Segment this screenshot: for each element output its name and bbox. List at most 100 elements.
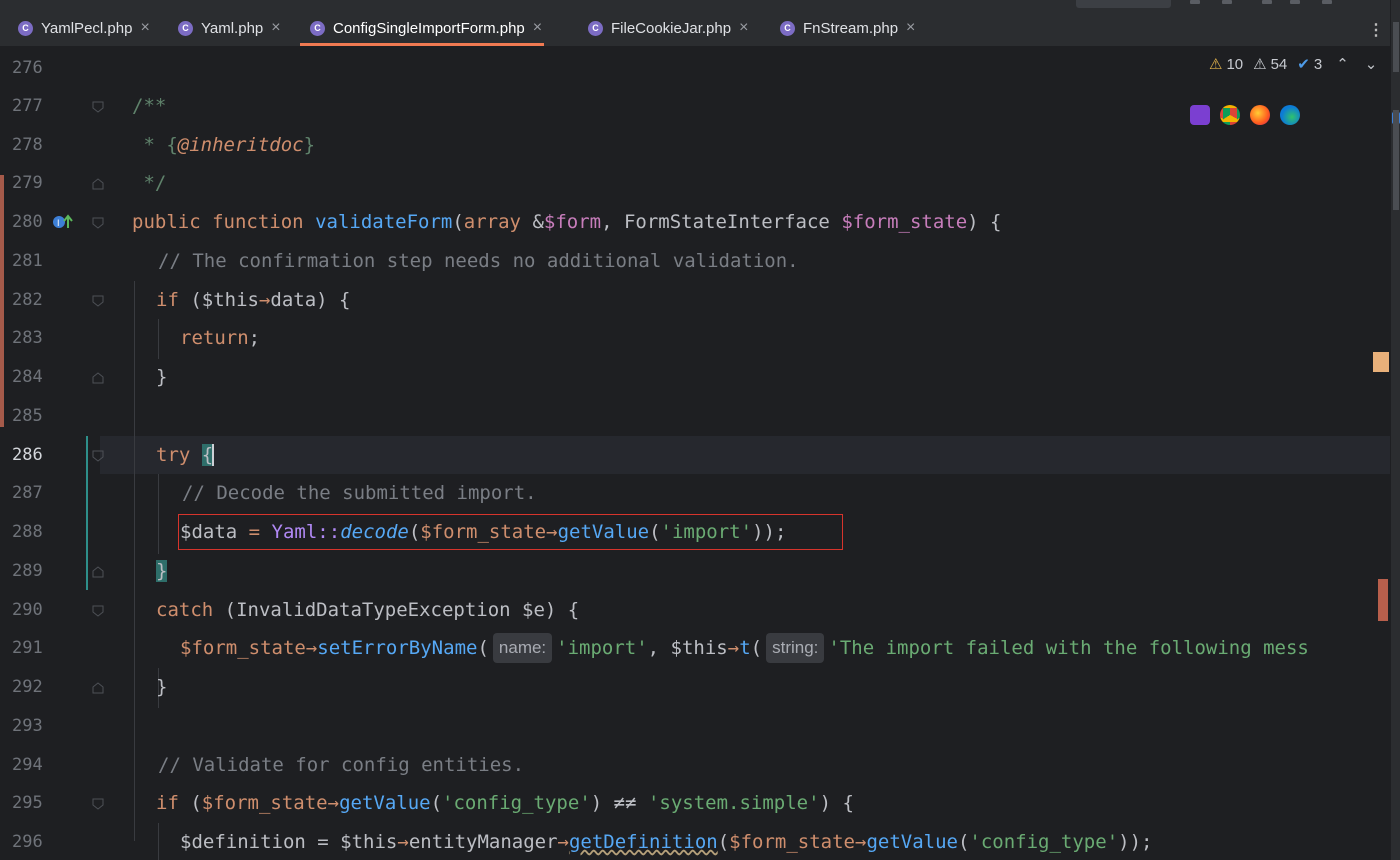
- line-number: 291: [12, 638, 43, 658]
- chevron-down-icon[interactable]: ⌄: [1365, 55, 1378, 73]
- tab-label: Yaml.php: [201, 19, 264, 37]
- code-line-283[interactable]: return;: [180, 319, 1390, 357]
- line-number: 276: [12, 58, 43, 78]
- line-number: 278: [12, 135, 43, 155]
- php-class-icon: C: [178, 20, 193, 36]
- code-line-287[interactable]: // Decode the submitted import.: [182, 474, 1390, 512]
- line-number: 282: [12, 290, 43, 310]
- fold-icon[interactable]: [92, 798, 104, 810]
- vcs-change-marker[interactable]: [0, 175, 4, 427]
- fold-icon[interactable]: [92, 295, 104, 307]
- line-number-current: 286: [12, 445, 43, 465]
- line-number: 279: [12, 173, 43, 193]
- fold-icon[interactable]: [92, 682, 104, 694]
- close-icon[interactable]: ×: [140, 19, 149, 37]
- more-tabs-icon[interactable]: ⋮: [1368, 20, 1384, 40]
- debug-icon[interactable]: [1222, 0, 1232, 4]
- highlight-selection-box: [178, 514, 843, 550]
- editor-tab-bar: C YamlPecl.php × C Yaml.php × C ConfigSi…: [0, 10, 1390, 47]
- indent-guide: [158, 319, 159, 359]
- svg-text:I: I: [57, 218, 60, 228]
- weak-warning-count: 10: [1226, 55, 1244, 73]
- weak-warning-icon: ⚠: [1209, 56, 1223, 73]
- chevron-up-icon[interactable]: ⌃: [1336, 55, 1349, 73]
- line-number: 284: [12, 367, 43, 387]
- line-number: 283: [12, 328, 43, 348]
- tab-yaml[interactable]: C Yaml.php ×: [178, 10, 281, 46]
- indent-guide: [158, 474, 159, 554]
- code-line-278[interactable]: * {@inheritdoc}: [132, 126, 1390, 164]
- line-number: 292: [12, 677, 43, 697]
- code-line-279[interactable]: */: [132, 164, 1390, 202]
- fold-icon[interactable]: [92, 450, 104, 462]
- code-line-284[interactable]: }: [156, 358, 1390, 396]
- fold-icon[interactable]: [92, 372, 104, 384]
- matched-brace: }: [156, 560, 168, 582]
- profile-icon[interactable]: [1262, 0, 1272, 4]
- tab-filecookiejar[interactable]: C FileCookieJar.php ×: [588, 10, 748, 46]
- toolbar-button[interactable]: [1076, 0, 1171, 8]
- line-number: 285: [12, 406, 43, 426]
- rest-client-tool[interactable]: [1393, 110, 1399, 210]
- top-toolbar-strip: [0, 0, 1400, 10]
- line-number: 277: [12, 96, 43, 116]
- line-number: 294: [12, 755, 43, 775]
- settings-icon[interactable]: [1322, 0, 1332, 4]
- php-class-icon: C: [780, 20, 795, 36]
- notifications-tool[interactable]: [1393, 22, 1399, 72]
- line-number: 290: [12, 600, 43, 620]
- tab-fnstream[interactable]: C FnStream.php ×: [780, 10, 915, 46]
- typo-check-icon: ✔: [1297, 56, 1310, 73]
- line-number: 288: [12, 522, 43, 542]
- code-line-295[interactable]: if ($form_state→getValue('config_type') …: [156, 784, 1390, 822]
- tab-configsingleimportform[interactable]: C ConfigSingleImportForm.php ×: [299, 10, 545, 46]
- close-icon[interactable]: ×: [533, 19, 542, 37]
- close-icon[interactable]: ×: [271, 19, 280, 37]
- warning-icon: ⚠: [1253, 56, 1267, 73]
- fold-icon[interactable]: [92, 605, 104, 617]
- line-number: 287: [12, 483, 43, 503]
- right-tool-strip: [1390, 0, 1400, 860]
- warning-count: 54: [1270, 55, 1288, 73]
- indent-guide: [134, 281, 135, 841]
- typo-count: 3: [1313, 55, 1323, 73]
- code-line-277[interactable]: /**: [132, 87, 1390, 125]
- code-line-282[interactable]: if ($this→data) {: [156, 281, 1390, 319]
- parameter-hint: string:: [766, 633, 825, 663]
- code-line-290[interactable]: catch (InvalidDataTypeException $e) {: [156, 591, 1390, 629]
- line-number: 296: [12, 832, 43, 852]
- code-line-294[interactable]: // Validate for config entities.: [158, 746, 1390, 784]
- fold-icon[interactable]: [92, 217, 104, 229]
- vcs-added-marker[interactable]: [86, 436, 88, 590]
- fold-icon[interactable]: [92, 178, 104, 190]
- close-icon[interactable]: ×: [906, 19, 915, 37]
- text-caret: [212, 444, 215, 466]
- tab-yamlpecl[interactable]: C YamlPecl.php ×: [18, 10, 150, 46]
- indent-guide: [158, 823, 159, 860]
- implements-method-icon[interactable]: I: [52, 213, 74, 231]
- code-editor[interactable]: 276 277 278 279 280 281 282 283 284 285 …: [0, 47, 1390, 860]
- inspection-widget[interactable]: ⚠ 10 ⚠ 54 ✔ 3 ⌃ ⌄: [1209, 55, 1378, 74]
- line-number: 280: [12, 212, 43, 232]
- tab-label: YamlPecl.php: [41, 19, 133, 37]
- search-icon[interactable]: [1290, 0, 1300, 4]
- close-icon[interactable]: ×: [739, 19, 748, 37]
- run-icon[interactable]: [1190, 0, 1200, 4]
- parameter-hint: name:: [492, 633, 553, 663]
- php-class-icon: C: [310, 20, 325, 36]
- fold-icon[interactable]: [92, 101, 104, 113]
- code-line-291[interactable]: $form_state→setErrorByName(name:'import'…: [180, 629, 1390, 667]
- fold-icon[interactable]: [92, 566, 104, 578]
- code-line-286[interactable]: try {: [156, 436, 1390, 474]
- code-line-280[interactable]: public function validateForm(array &$for…: [132, 203, 1390, 241]
- line-number: 281: [12, 251, 43, 271]
- code-line-289[interactable]: }: [156, 552, 1390, 590]
- code-line-296[interactable]: $definition = $this→entityManager→getDef…: [180, 823, 1390, 860]
- line-number: 289: [12, 561, 43, 581]
- line-number: 295: [12, 793, 43, 813]
- code-line-292[interactable]: }: [156, 668, 1390, 706]
- code-line-281[interactable]: // The confirmation step needs no additi…: [158, 242, 1390, 280]
- tab-label: FileCookieJar.php: [611, 19, 732, 37]
- php-class-icon: C: [18, 20, 33, 36]
- tab-label: ConfigSingleImportForm.php: [333, 19, 525, 37]
